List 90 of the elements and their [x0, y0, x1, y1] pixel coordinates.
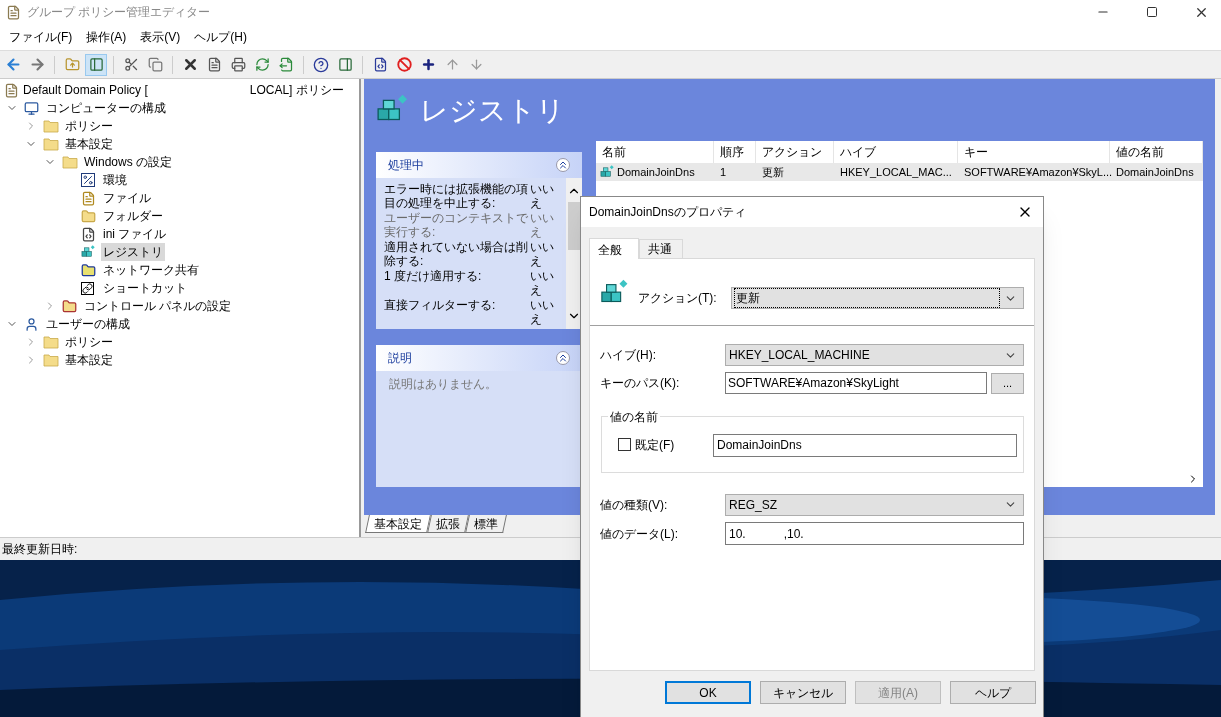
user-icon: [24, 316, 39, 332]
table-cell-text: 更新: [762, 164, 784, 180]
dialog-button[interactable]: ヘルプ: [950, 681, 1036, 704]
dialog-button[interactable]: キャンセル: [760, 681, 846, 704]
dialog-tab[interactable]: 全般: [589, 238, 639, 259]
setting-value: いいえ: [530, 240, 555, 268]
panel-icon[interactable]: [85, 53, 107, 76]
view-tab[interactable]: 標準: [465, 515, 507, 533]
status-text: 最終更新日時:: [2, 541, 78, 558]
tree-item[interactable]: ネットワーク共有: [101, 261, 201, 279]
dialog-title: DomainJoinDnsのプロパティ: [589, 204, 747, 221]
action-dropdown[interactable]: 更新: [731, 287, 1024, 309]
setting-label: 1 度だけ適用する:: [384, 269, 483, 285]
tree-root-suffix: LOCAL] ポリシー: [249, 82, 344, 99]
collapse-icon[interactable]: [556, 158, 570, 172]
registry-icon: [600, 164, 615, 180]
value-type-dropdown[interactable]: REG_SZ: [725, 493, 1024, 516]
percent-icon: [81, 173, 95, 187]
tree-item[interactable]: レジストリ: [101, 243, 165, 261]
view-tab[interactable]: 基本設定: [365, 515, 431, 533]
table-cell-text: SOFTWARE¥Amazon¥SkyL...: [964, 164, 1113, 180]
setting-label: 適用されていない場合は削除する:: [384, 240, 529, 268]
scrollbar-thumb[interactable]: [568, 202, 580, 250]
tree-item[interactable]: フォルダー: [101, 207, 165, 225]
dialog-tab[interactable]: 共通: [639, 239, 683, 258]
tree-item[interactable]: コンピューターの構成: [44, 99, 168, 117]
value-data-field[interactable]: 10. ,10.: [725, 522, 1024, 545]
menu-item[interactable]: ヘルプ(H): [187, 28, 254, 46]
setting-value: いいえ: [530, 298, 555, 326]
tree-item[interactable]: ショートカット: [101, 279, 189, 297]
control-panel-icon: [62, 298, 77, 314]
setting-value: いいえ: [530, 182, 555, 210]
checkbox-label[interactable]: 既定(F): [635, 435, 713, 454]
tree-item[interactable]: ポリシー: [63, 333, 115, 351]
policy-icon: [4, 82, 19, 98]
setting-label: 直接フィルターする:: [384, 298, 497, 314]
field-label: ハイブ(H):: [600, 347, 657, 364]
field-label: キーのパス(K):: [600, 375, 681, 392]
window-title: グループ ポリシー管理エディター: [27, 4, 212, 21]
browse-button[interactable]: ...: [991, 372, 1024, 394]
tree-root-label[interactable]: Default Domain Policy [: [23, 81, 148, 99]
folder-icon: [81, 208, 96, 224]
folder-icon: [43, 353, 59, 367]
dialog-button[interactable]: OK: [665, 681, 751, 704]
tree-item[interactable]: 基本設定: [63, 135, 115, 153]
setting-value: いいえ: [530, 211, 555, 239]
file-icon: [81, 190, 96, 206]
collapse-icon[interactable]: [556, 351, 570, 365]
group-label: 値の名前: [608, 408, 660, 426]
tree-item[interactable]: コントロール パネルの設定: [82, 297, 234, 315]
table-cell-text: 1: [720, 164, 727, 180]
app-icon: [6, 4, 21, 20]
setting-label: エラー時には拡張機能の項目の処理を中止する:: [384, 182, 529, 210]
key-path-field[interactable]: SOFTWARE¥Amazon¥SkyLight: [725, 372, 987, 394]
field-label: 値のデータ(L):: [600, 525, 679, 543]
maximize-icon[interactable]: [1146, 6, 1158, 18]
computer-icon: [24, 100, 39, 116]
hive-dropdown[interactable]: HKEY_LOCAL_MACHINE: [725, 344, 1024, 366]
menu-item[interactable]: ファイル(F): [2, 28, 80, 46]
value-name-field[interactable]: DomainJoinDns: [713, 433, 1017, 457]
setting-value: いいえ: [530, 269, 555, 297]
description-text: 説明はありません。: [388, 376, 498, 393]
menu-item[interactable]: 操作(A): [79, 28, 134, 46]
panel-title: 説明: [388, 350, 412, 367]
folder-icon: [43, 335, 59, 349]
view-tab[interactable]: 拡張: [427, 515, 469, 533]
table-cell-text: DomainJoinDns: [617, 164, 695, 180]
pane-title: レジストリ: [420, 94, 565, 128]
field-label: 値の種類(V):: [600, 496, 669, 514]
default-checkbox[interactable]: [618, 438, 631, 451]
panel-title: 処理中: [388, 157, 424, 174]
tree-item[interactable]: ユーザーの構成: [44, 315, 132, 333]
tree-item[interactable]: ポリシー: [63, 117, 115, 135]
folder-icon: [62, 155, 78, 169]
tree-item[interactable]: 基本設定: [63, 351, 115, 369]
table-cell-text: DomainJoinDns: [1116, 164, 1194, 180]
folder-icon: [43, 137, 59, 151]
registry-icon: [81, 244, 96, 260]
tree-item[interactable]: Windows の設定: [82, 153, 174, 171]
tree-item[interactable]: ファイル: [101, 189, 153, 207]
table-cell-text: HKEY_LOCAL_MAC...: [840, 164, 952, 180]
shared-folder-icon: [81, 262, 96, 278]
setting-label: ユーザーのコンテキストで実行する:: [384, 211, 529, 239]
tree-item[interactable]: 環境: [101, 171, 129, 189]
shortcut-icon: [81, 281, 94, 295]
menu-item[interactable]: 表示(V): [133, 28, 188, 46]
tree-item[interactable]: ini ファイル: [101, 225, 169, 243]
field-label: アクション(T):: [638, 290, 718, 307]
folder-icon: [43, 119, 59, 133]
document-icon: [81, 226, 96, 242]
